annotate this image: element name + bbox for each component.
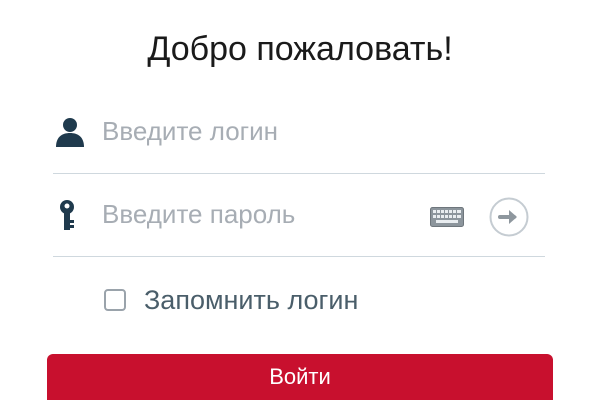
- login-button[interactable]: Войти: [47, 354, 553, 400]
- login-screen: Добро пожаловать! Введите логин Запомнит…: [0, 0, 600, 400]
- divider: [53, 173, 545, 174]
- password-field-row: [53, 188, 545, 240]
- keyboard-icon[interactable]: [430, 207, 464, 227]
- password-input[interactable]: [102, 194, 422, 234]
- remember-login-row[interactable]: Запомнить логин: [104, 283, 358, 317]
- page-title: Добро пожаловать!: [147, 30, 453, 68]
- user-icon: [53, 115, 87, 149]
- login-input[interactable]: [102, 111, 422, 151]
- arrow-right-circle-icon[interactable]: [489, 197, 529, 237]
- divider: [53, 256, 545, 257]
- key-icon: [53, 198, 87, 232]
- login-field-row: [53, 105, 545, 157]
- remember-label: Запомнить логин: [144, 284, 359, 315]
- login-button-label: Войти: [269, 364, 331, 389]
- remember-checkbox[interactable]: [104, 289, 126, 311]
